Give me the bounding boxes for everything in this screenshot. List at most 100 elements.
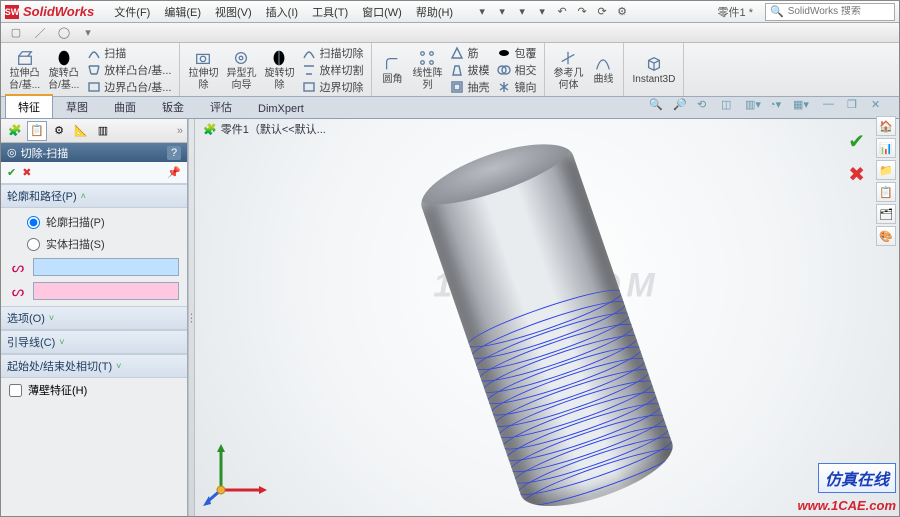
section-guides[interactable]: 引导线(C)˅ xyxy=(1,330,187,354)
path-icon: ᔕ xyxy=(9,283,27,300)
chevron-down-icon: ˅ xyxy=(49,313,54,323)
tab-sheetmetal[interactable]: 钣金 xyxy=(149,95,197,118)
cancel-icon[interactable]: ✖ xyxy=(22,166,31,179)
boundary-button[interactable]: 边界凸台/基... xyxy=(87,79,171,95)
tab-features[interactable]: 特征 xyxy=(5,94,53,118)
rotate-icon[interactable]: ⟲ xyxy=(697,98,715,116)
minimize-icon[interactable]: — xyxy=(823,98,841,116)
menu-insert[interactable]: 插入(I) xyxy=(260,2,304,22)
radio-sketch-sweep[interactable]: 轮廓扫描(P) xyxy=(9,214,179,230)
new-icon[interactable]: ▾ xyxy=(473,3,491,21)
zoom-fit-icon[interactable]: 🔍 xyxy=(649,98,667,116)
scene-icon[interactable]: ▦▾ xyxy=(793,98,811,116)
pm-title-text: 切除-扫描 xyxy=(21,145,69,161)
sketch-icon[interactable]: ▢ xyxy=(7,24,25,42)
section-start-end[interactable]: 起始处/结束处相切(T)˅ xyxy=(1,354,187,378)
options-icon[interactable]: ⚙ xyxy=(613,3,631,21)
menu-help[interactable]: 帮助(H) xyxy=(410,2,459,22)
search-box[interactable]: 🔍 xyxy=(765,3,895,21)
app-brand: SolidWorks xyxy=(23,4,94,19)
ribbon: 拉伸凸台/基... 旋转凸台/基... 扫描 放样凸台/基... 边界凸台/基.… xyxy=(1,43,899,97)
chevron-down-icon: ˅ xyxy=(59,337,64,347)
profile-selection-box[interactable] xyxy=(33,258,179,276)
cut-extrude-button[interactable]: 拉伸切除 xyxy=(188,49,218,91)
sweep-cut-button[interactable]: 扫描切除 xyxy=(302,45,363,61)
tab-evaluate[interactable]: 评估 xyxy=(197,95,245,118)
tab-sketch[interactable]: 草图 xyxy=(53,95,101,118)
wrap-button[interactable]: 包覆 xyxy=(497,45,536,61)
splitter[interactable] xyxy=(188,119,195,516)
fm-property-icon[interactable]: 📋 xyxy=(27,121,47,141)
circle-icon[interactable]: ◯ xyxy=(55,24,73,42)
linear-pattern-button[interactable]: 线性阵列 xyxy=(412,49,442,91)
save-icon[interactable]: ▾ xyxy=(513,3,531,21)
menu-edit[interactable]: 编辑(E) xyxy=(158,2,207,22)
confirm-cancel-icon[interactable]: ✖ xyxy=(848,162,865,187)
shell-button[interactable]: 抽壳 xyxy=(450,79,489,95)
model-3d[interactable] xyxy=(413,128,681,516)
mirror-button[interactable]: 镜向 xyxy=(497,79,536,95)
cut-revolve-button[interactable]: 旋转切除 xyxy=(264,49,294,91)
path-selection-box[interactable] xyxy=(33,282,179,300)
rebuild-icon[interactable]: ⟳ xyxy=(593,3,611,21)
undo-icon[interactable]: ↶ xyxy=(553,3,571,21)
view-palette-icon[interactable]: 🗂 xyxy=(876,204,896,224)
fm-tree-icon[interactable]: 🧩 xyxy=(5,121,25,141)
pattern-icon xyxy=(418,49,436,67)
fm-display-icon[interactable]: ▥ xyxy=(93,121,113,141)
sweep-button[interactable]: 扫描 xyxy=(87,45,171,61)
loft-cut-button[interactable]: 放样切割 xyxy=(302,62,363,78)
hole-icon xyxy=(232,49,250,67)
thin-feature-checkbox[interactable] xyxy=(9,384,22,397)
line-icon[interactable]: ／ xyxy=(31,24,49,42)
confirm-ok-icon[interactable]: ✔ xyxy=(848,129,865,154)
draft-button[interactable]: 拔模 xyxy=(450,62,489,78)
boundary-cut-button[interactable]: 边界切除 xyxy=(302,79,363,95)
graphics-area[interactable]: 🧩 零件1（默认<<默认... ✔ ✖ 1CAE.COM xyxy=(195,119,899,516)
menu-file[interactable]: 文件(F) xyxy=(108,2,156,22)
ok-icon[interactable]: ✔ xyxy=(7,166,16,179)
appearance-icon[interactable]: ◔▾ xyxy=(769,98,787,116)
pushpin-icon[interactable]: 📌 xyxy=(167,166,181,179)
restore-icon[interactable]: ❐ xyxy=(847,98,865,116)
radio-solid-sweep[interactable]: 实体扫描(S) xyxy=(9,236,179,252)
loft-button[interactable]: 放样凸台/基... xyxy=(87,62,171,78)
fm-config-icon[interactable]: ⚙ xyxy=(49,121,69,141)
menu-view[interactable]: 视图(V) xyxy=(209,2,258,22)
home-icon[interactable]: 🏠 xyxy=(876,116,896,136)
revolve-boss-button[interactable]: 旋转凸台/基... xyxy=(48,49,79,91)
open-icon[interactable]: ▾ xyxy=(493,3,511,21)
menu-window[interactable]: 窗口(W) xyxy=(356,2,408,22)
library-icon[interactable]: 📁 xyxy=(876,160,896,180)
appearances-icon[interactable]: 🎨 xyxy=(876,226,896,246)
hole-wizard-button[interactable]: 异型孔向导 xyxy=(226,49,256,91)
breadcrumb[interactable]: 零件1（默认<<默认... xyxy=(221,121,326,137)
section-options[interactable]: 选项(O)˅ xyxy=(1,306,187,330)
rib-button[interactable]: 筋 xyxy=(450,45,489,61)
fm-dim-icon[interactable]: 📐 xyxy=(71,121,91,141)
zoom-area-icon[interactable]: 🔎 xyxy=(673,98,691,116)
instant3d-button[interactable]: Instant3D xyxy=(632,55,675,85)
print-icon[interactable]: ▾ xyxy=(533,3,551,21)
help-icon[interactable]: ? xyxy=(167,146,181,160)
search-input[interactable] xyxy=(788,6,890,17)
panel-expand-icon[interactable]: » xyxy=(177,125,183,137)
intersect-button[interactable]: 相交 xyxy=(497,62,536,78)
curves-button[interactable]: 曲线 xyxy=(591,55,615,85)
ref-geometry-button[interactable]: 参考几何体 xyxy=(553,49,583,91)
section-icon[interactable]: ◫ xyxy=(721,98,739,116)
section-profile-path[interactable]: 轮廓和路径(P)˄ xyxy=(1,184,187,208)
close-icon[interactable]: ✕ xyxy=(871,98,889,116)
view-triad[interactable] xyxy=(203,438,273,508)
menu-tools[interactable]: 工具(T) xyxy=(306,2,354,22)
dropdown-icon[interactable]: ▾ xyxy=(79,24,97,42)
display-icon[interactable]: ▥▾ xyxy=(745,98,763,116)
tree-toggle-icon[interactable]: 🧩 xyxy=(203,123,217,136)
redo-icon[interactable]: ↷ xyxy=(573,3,591,21)
resources-icon[interactable]: 📊 xyxy=(876,138,896,158)
tab-dimxpert[interactable]: DimXpert xyxy=(245,99,317,118)
clipboard-icon[interactable]: 📋 xyxy=(876,182,896,202)
tab-surface[interactable]: 曲面 xyxy=(101,95,149,118)
extrude-boss-button[interactable]: 拉伸凸台/基... xyxy=(9,49,40,91)
fillet-button[interactable]: 圆角 xyxy=(380,55,404,85)
